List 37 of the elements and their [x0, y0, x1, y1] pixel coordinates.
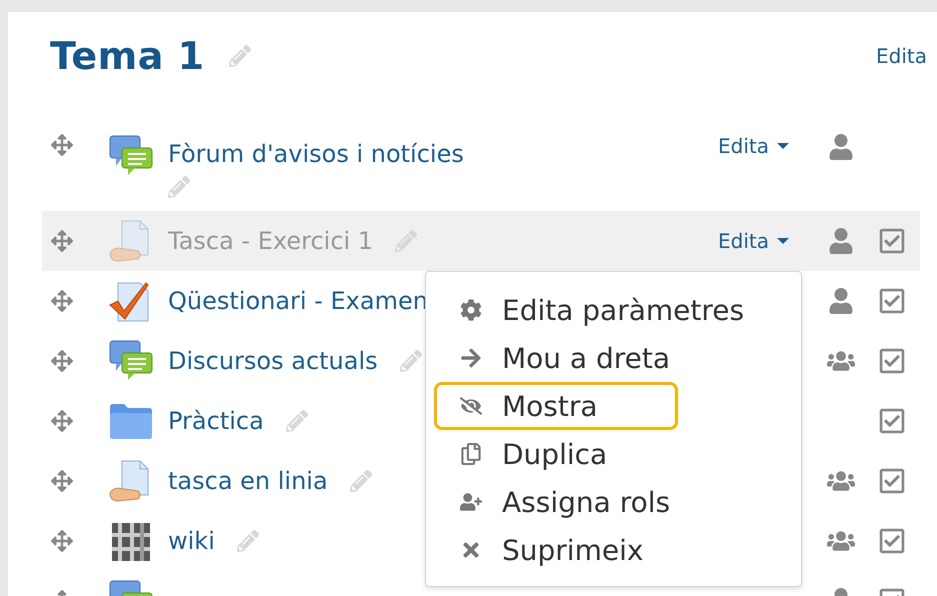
checked-checkbox-icon[interactable] [878, 287, 906, 315]
user-icon[interactable] [828, 134, 854, 160]
activity-link[interactable]: Fòrum d'avisos i notícies [168, 140, 464, 168]
move-icon[interactable] [51, 410, 73, 432]
gear-icon [460, 299, 482, 321]
checked-checkbox-icon[interactable] [878, 347, 906, 375]
menu-item[interactable]: Assigna rols [434, 478, 678, 526]
activity-link[interactable]: Discursos actuals [168, 347, 378, 375]
menu-item[interactable]: Duplica [434, 430, 678, 478]
checked-checkbox-icon[interactable] [878, 407, 906, 435]
move-icon[interactable] [51, 530, 73, 552]
edit-menu-button[interactable]: Edita [718, 134, 789, 158]
edit-menu-button[interactable]: Edita [718, 229, 789, 253]
menu-item[interactable]: Mou a dreta [434, 334, 678, 382]
menu-item[interactable]: Suprimeix [434, 526, 678, 574]
move-icon[interactable] [51, 350, 73, 372]
activity-link[interactable]: Qüestionari - Examen [168, 287, 428, 315]
user-icon[interactable] [828, 288, 854, 314]
checked-checkbox-icon[interactable] [878, 527, 906, 555]
user-icon[interactable] [828, 228, 854, 254]
activity-link[interactable]: tasca en linia [168, 467, 328, 495]
move-icon[interactable] [51, 470, 73, 492]
user-plus-icon [460, 491, 482, 513]
section-edit-menu-button[interactable]: Edita [876, 44, 927, 68]
activity-link[interactable]: wiki [168, 527, 215, 555]
move-icon[interactable] [51, 290, 73, 312]
menu-item[interactable]: Edita paràmetres [434, 286, 744, 334]
checked-checkbox-icon[interactable] [878, 467, 906, 495]
copy-icon [460, 443, 482, 465]
checked-checkbox-icon[interactable] [878, 227, 906, 255]
move-icon[interactable] [51, 230, 73, 252]
crossed-eye-icon [460, 395, 482, 417]
menu-item[interactable]: Mostra [434, 382, 678, 430]
section-title: Tema 1 [50, 34, 205, 78]
move-icon[interactable] [51, 134, 73, 156]
right-arrow-icon [460, 347, 482, 369]
activity-link[interactable]: Pràctica [168, 407, 264, 435]
